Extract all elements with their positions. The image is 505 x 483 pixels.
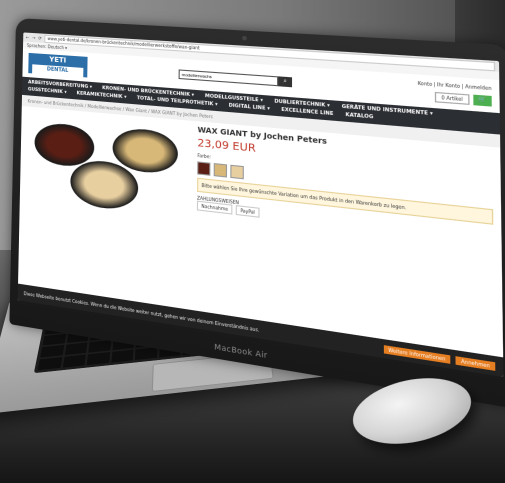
keyboard-key	[64, 342, 88, 356]
keyboard-key	[42, 333, 66, 346]
keyboard-key	[86, 352, 110, 366]
accept-button[interactable]: Annehmen	[455, 355, 496, 371]
cart-icon[interactable]: 🛒	[473, 94, 492, 107]
keyboard-key	[62, 354, 86, 368]
logo-main-text: YETI	[49, 55, 67, 65]
keyboard-key	[37, 357, 62, 371]
color-swatch[interactable]	[197, 161, 211, 176]
cart-area: 0 Artikel 🛒	[418, 91, 492, 107]
photo-scene: ← → ⟳ www.yeti-dental.de/kronen-brückent…	[0, 0, 505, 483]
back-arrow-icon[interactable]: ←	[26, 35, 29, 40]
product-image[interactable]	[26, 111, 192, 223]
account-links[interactable]: Konto | Ihr Konto | Anmelden	[418, 80, 492, 91]
camera-icon	[242, 35, 247, 41]
search-input[interactable]	[178, 68, 279, 86]
nav-item[interactable]: EXCELLENCE LINE	[281, 108, 333, 118]
jar-dark	[34, 121, 95, 169]
nav-item[interactable]: GUSSTECHNIK ▾	[28, 87, 67, 95]
keyboard-key	[40, 345, 64, 358]
payment-method: PayPal	[235, 205, 260, 218]
reload-icon[interactable]: ⟳	[38, 35, 41, 40]
more-info-button[interactable]: Weitere Informationen	[383, 344, 451, 364]
nav-item[interactable]: KATALOG	[345, 113, 373, 121]
keyboard-key	[135, 347, 158, 361]
header-right: Konto | Ihr Konto | Anmelden 0 Artikel 🛒	[418, 80, 492, 107]
color-swatch[interactable]	[213, 163, 228, 178]
search-bar: ⌕	[178, 68, 293, 87]
keyboard-key	[88, 340, 112, 353]
search-icon[interactable]: ⌕	[278, 75, 293, 87]
logo-sub-text: DENTAL	[32, 64, 84, 78]
site-logo[interactable]: YETI DENTAL	[28, 52, 88, 78]
product-info: WAX GIANT by Jochen Peters 23,09 EUR Far…	[196, 126, 494, 260]
nav-item[interactable]: DIGITAL LINE ▾	[229, 103, 270, 112]
forward-arrow-icon[interactable]: →	[32, 35, 35, 40]
keyboard-key	[111, 349, 134, 363]
cart-count[interactable]: 0 Artikel	[435, 91, 470, 105]
color-swatch[interactable]	[230, 164, 244, 180]
